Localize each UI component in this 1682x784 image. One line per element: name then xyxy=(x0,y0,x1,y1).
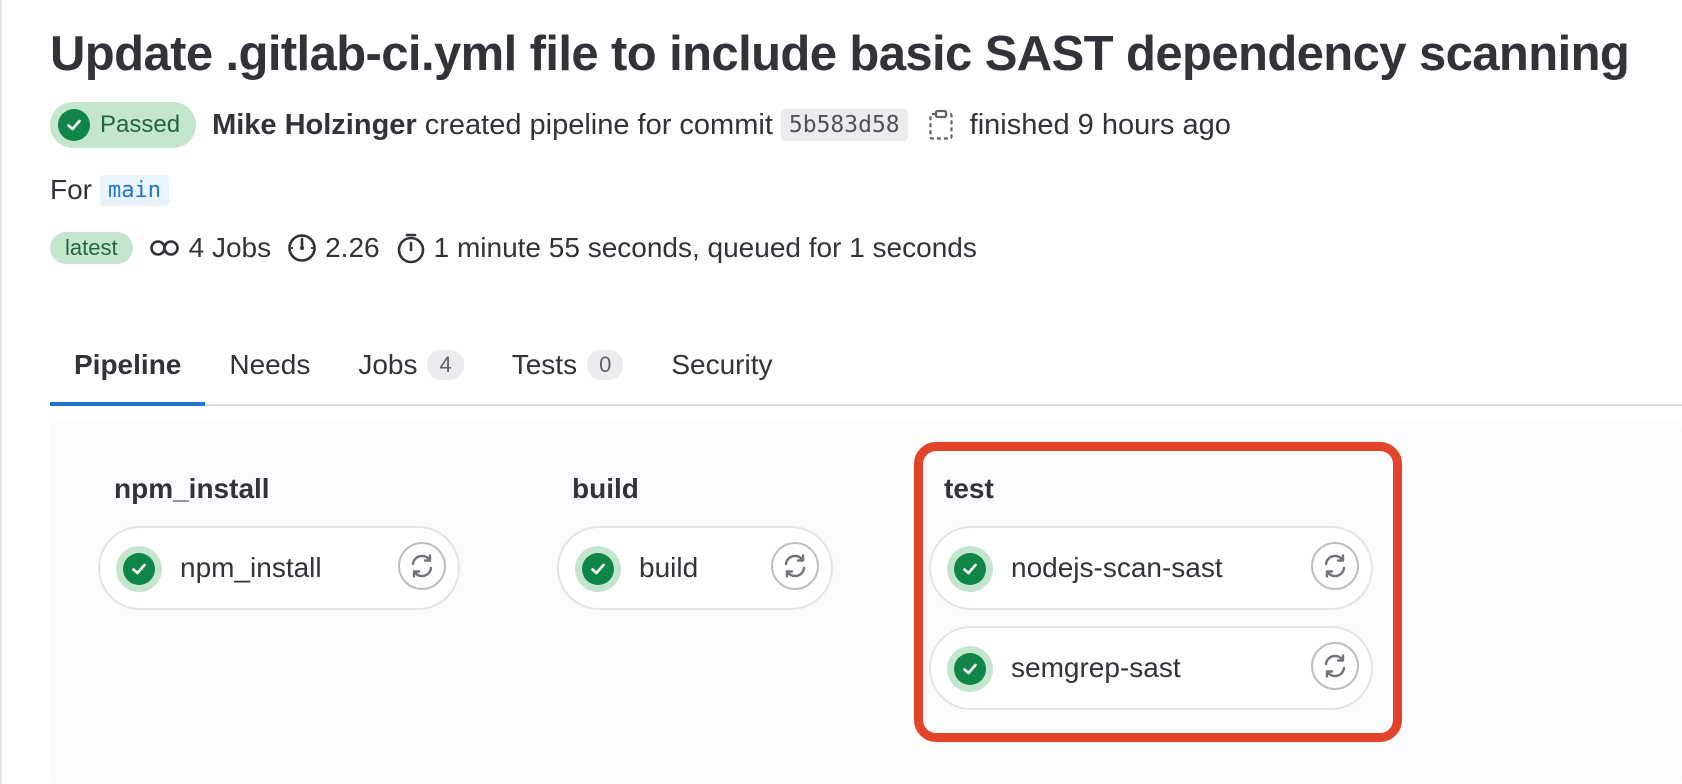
check-circle-icon xyxy=(116,546,162,592)
job-build[interactable]: build xyxy=(557,526,833,610)
status-badge-label: Passed xyxy=(100,111,181,138)
tab-count-badge: 4 xyxy=(427,350,464,380)
job-nodejs-scan-sast[interactable]: nodejs-scan-sast xyxy=(929,526,1373,610)
duration-label: 1 minute 55 seconds, queued for 1 second… xyxy=(433,232,977,263)
ref-row: For main xyxy=(50,172,169,208)
job-name: npm_install xyxy=(180,552,322,583)
stage-title: build xyxy=(572,473,639,504)
tab-pipeline[interactable]: Pipeline xyxy=(50,326,206,406)
tab-label: Security xyxy=(671,349,773,380)
status-badge[interactable]: Passed xyxy=(50,102,197,148)
author-link[interactable]: Mike Holzinger xyxy=(212,109,417,142)
pipeline-meta-row: latest 4 Jobs 2.26 1 minute 55 seconds, … xyxy=(50,230,977,266)
stage-npm-install: npm_install xyxy=(100,468,270,510)
tab-label: Pipeline xyxy=(74,349,182,380)
tab-label: Needs xyxy=(229,349,311,380)
finished-time: finished 9 hours ago xyxy=(969,108,1231,141)
commit-sha-link[interactable]: 5b583d58 xyxy=(780,109,908,141)
branch-ref-link[interactable]: main xyxy=(100,174,169,206)
tab-needs[interactable]: Needs xyxy=(205,326,334,404)
compute-usage: 2.26 xyxy=(287,232,380,264)
retry-icon[interactable] xyxy=(1311,542,1359,590)
retry-icon[interactable] xyxy=(1311,642,1359,690)
stage-title: test xyxy=(944,473,994,504)
pipeline-title: Update .gitlab-ci.yml file to include ba… xyxy=(50,27,1630,81)
tab-jobs[interactable]: Jobs 4 xyxy=(334,326,487,404)
pipeline-status-row: Passed Mike Holzinger created pipeline f… xyxy=(50,102,1231,148)
copy-to-clipboard-icon[interactable] xyxy=(926,108,956,142)
jobs-count: 4 Jobs xyxy=(149,232,272,264)
tab-tests[interactable]: Tests 0 xyxy=(488,326,648,404)
job-semgrep-sast[interactable]: semgrep-sast xyxy=(929,626,1373,710)
latest-badge: latest xyxy=(50,232,133,264)
page-left-border xyxy=(0,0,2,784)
gauge-icon xyxy=(288,234,316,262)
pipeline-graph: npm_install npm_install build build test… xyxy=(50,422,1682,784)
job-name: semgrep-sast xyxy=(1011,652,1181,683)
compute-usage-label: 2.26 xyxy=(325,232,380,263)
retry-icon[interactable] xyxy=(398,542,446,590)
stage-title: npm_install xyxy=(114,473,270,504)
check-circle-icon xyxy=(947,546,993,592)
check-circle-icon xyxy=(58,109,90,141)
jobs-count-label: 4 Jobs xyxy=(188,232,272,263)
check-circle-icon xyxy=(575,546,621,592)
tab-security[interactable]: Security xyxy=(647,326,796,404)
tab-label: Tests xyxy=(511,349,578,380)
job-name: build xyxy=(639,552,699,583)
tab-label: Jobs xyxy=(358,349,418,380)
timer-icon xyxy=(397,233,424,264)
stage-build: build xyxy=(558,468,639,510)
stage-test: test xyxy=(930,468,994,510)
retry-icon[interactable] xyxy=(771,542,819,590)
check-circle-icon xyxy=(947,646,993,692)
job-npm-install[interactable]: npm_install xyxy=(98,526,460,610)
created-text: created pipeline for commit xyxy=(424,108,773,141)
pipeline-tabs: Pipeline Needs Jobs 4 Tests 0 Security xyxy=(50,326,1682,406)
duration: 1 minute 55 seconds, queued for 1 second… xyxy=(396,232,977,264)
for-label: For xyxy=(50,174,92,205)
pipeline-link-icon xyxy=(149,240,179,256)
tab-count-badge: 0 xyxy=(587,350,624,380)
job-name: nodejs-scan-sast xyxy=(1011,552,1223,583)
